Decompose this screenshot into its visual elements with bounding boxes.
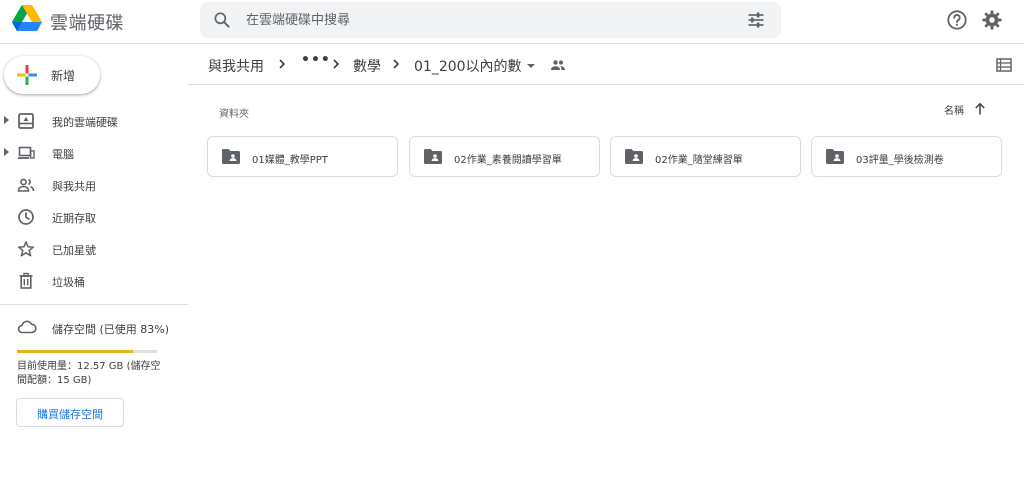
sidebar-item-label: 垃圾桶	[52, 276, 85, 289]
chevron-right-icon	[393, 59, 400, 69]
shared-folder-icon	[424, 149, 442, 164]
folders-section-label: 資料夾	[219, 109, 249, 120]
breadcrumb: 與我共用 ••• 數學 01_200以內的數	[200, 46, 1024, 84]
chevron-down-icon[interactable]	[527, 64, 535, 68]
search-box[interactable]	[200, 2, 781, 38]
sidebar-item-recent[interactable]: 近期存取	[0, 202, 188, 232]
expand-arrow-icon[interactable]	[4, 148, 9, 156]
app-title[interactable]: 雲端硬碟	[50, 9, 124, 35]
shared-folder-people-icon	[551, 60, 565, 70]
trash-icon	[19, 272, 33, 289]
sidebar-item-starred[interactable]: 已加星號	[0, 234, 188, 264]
computers-icon	[18, 146, 35, 159]
breadcrumb-more-button[interactable]: •••	[301, 52, 331, 68]
sidebar-item-trash[interactable]: 垃圾桶	[0, 266, 188, 296]
help-icon[interactable]	[946, 9, 968, 31]
shared-folder-icon	[625, 149, 643, 164]
storage-usage-fill	[17, 350, 134, 353]
sidebar-item-label: 與我共用	[52, 180, 96, 193]
folder-card[interactable]: 03評量_學後檢測卷	[811, 136, 1002, 177]
folder-name: 03評量_學後檢測卷	[856, 155, 944, 166]
search-input[interactable]	[246, 2, 726, 38]
sidebar-item-my-drive[interactable]: 我的雲端硬碟	[0, 106, 188, 136]
folder-card[interactable]: 02作業_素養閱讀學習單	[409, 136, 600, 177]
search-icon[interactable]	[212, 10, 232, 30]
storage-detail: 目前使用量：12.57 GB (儲存空間配額：15 GB)	[17, 361, 161, 386]
folder-name: 02作業_隨堂練習單	[655, 155, 743, 166]
settings-gear-icon[interactable]	[981, 9, 1003, 31]
list-view-icon[interactable]	[996, 58, 1012, 72]
folder-name: 02作業_素養閱讀學習單	[454, 155, 562, 166]
cloud-storage-icon	[17, 320, 37, 334]
main-divider	[188, 84, 1024, 85]
buy-storage-button[interactable]: 購買儲存空間	[16, 398, 124, 427]
new-button-label: 新增	[51, 69, 76, 83]
top-bar: 雲端硬碟	[0, 0, 1024, 44]
chevron-right-icon	[279, 59, 286, 69]
storage-usage-bar	[17, 350, 157, 353]
sort-by-name-button[interactable]: 名稱	[944, 102, 964, 117]
folder-card[interactable]: 01媒體_教學PPT	[207, 136, 398, 177]
sidebar-divider	[0, 304, 188, 305]
folder-name: 01媒體_教學PPT	[252, 155, 328, 166]
drive-logo-icon[interactable]	[12, 5, 42, 32]
folder-card[interactable]: 02作業_隨堂練習單	[610, 136, 801, 177]
new-button[interactable]: 新增	[4, 56, 100, 94]
sidebar-item-shared-with-me[interactable]: 與我共用	[0, 170, 188, 200]
shared-folder-icon	[826, 149, 844, 164]
chevron-right-icon	[333, 59, 340, 69]
sidebar-item-label: 近期存取	[52, 212, 96, 225]
search-options-icon[interactable]	[746, 10, 766, 30]
expand-arrow-icon[interactable]	[4, 116, 9, 124]
star-icon	[17, 241, 35, 257]
storage-label: 儲存空間 (已使用 83%)	[52, 323, 170, 336]
sidebar-item-label: 我的雲端硬碟	[52, 116, 118, 129]
recent-clock-icon	[18, 209, 34, 225]
breadcrumb-parent[interactable]: 數學	[353, 56, 381, 76]
sort-ascending-arrow-icon[interactable]	[973, 102, 987, 116]
shared-folder-icon	[222, 149, 240, 164]
buy-storage-label: 購買儲存空間	[37, 408, 103, 421]
plus-icon	[17, 65, 37, 85]
sidebar-item-label: 已加星號	[52, 244, 96, 257]
breadcrumb-root[interactable]: 與我共用	[208, 56, 264, 76]
my-drive-icon	[18, 113, 34, 129]
sidebar-item-label: 電腦	[52, 148, 74, 161]
sidebar-item-computers[interactable]: 電腦	[0, 138, 188, 168]
breadcrumb-current[interactable]: 01_200以內的數	[414, 56, 522, 76]
shared-with-me-icon	[17, 178, 35, 192]
